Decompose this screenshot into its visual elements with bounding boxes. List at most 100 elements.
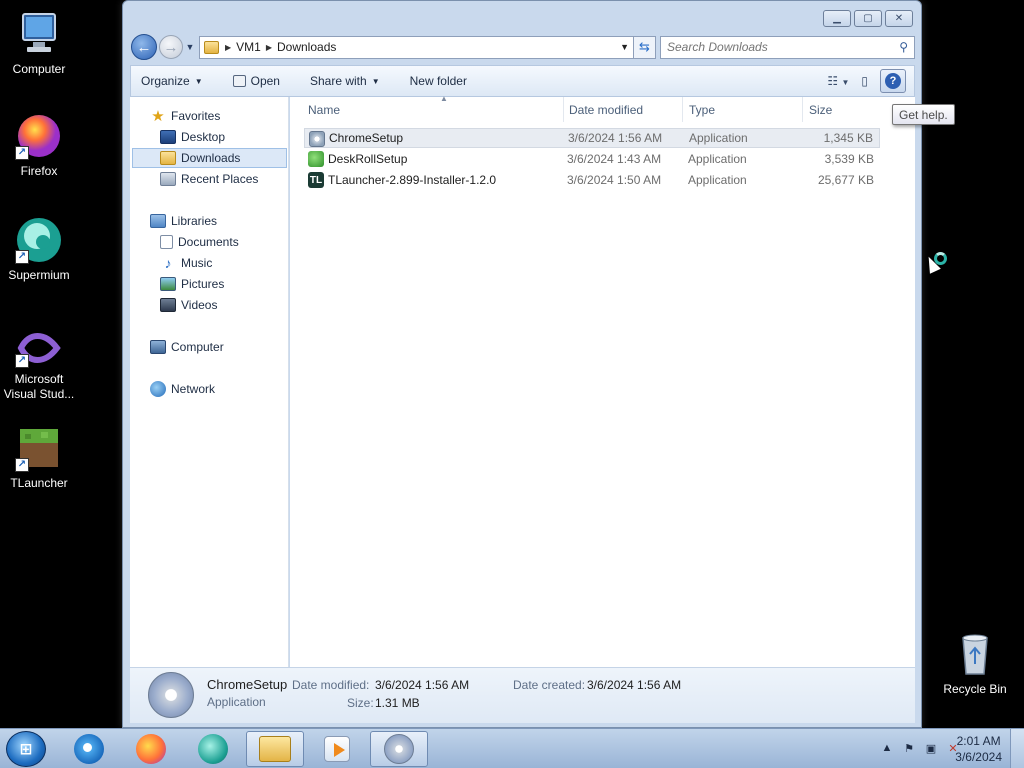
taskbar-media-player[interactable] bbox=[308, 731, 366, 767]
new-folder-button[interactable]: New folder bbox=[410, 74, 467, 88]
nav-desktop[interactable]: Desktop bbox=[160, 127, 225, 147]
nav-label: Pictures bbox=[181, 277, 225, 291]
network-icon[interactable]: ▣ bbox=[924, 741, 938, 755]
nav-favorites[interactable]: ★ Favorites bbox=[150, 106, 220, 126]
column-label: Type bbox=[689, 102, 716, 117]
recycle-bin-icon bbox=[951, 630, 999, 678]
file-size: 25,677 KB bbox=[817, 173, 874, 187]
column-header-type[interactable]: Type bbox=[683, 97, 803, 122]
taskbar-internet-explorer[interactable] bbox=[60, 731, 118, 767]
details-file-type: Application bbox=[207, 695, 266, 709]
taskbar-supermium[interactable] bbox=[184, 731, 242, 767]
column-header-name[interactable]: Name ▲ bbox=[302, 94, 564, 122]
clock-time: 2:01 AM bbox=[956, 734, 1001, 748]
organize-button[interactable]: Organize ▼ bbox=[141, 74, 203, 88]
visual-studio-icon: ↗ bbox=[15, 328, 63, 368]
recent-places-icon bbox=[160, 172, 176, 186]
file-date: 3/6/2024 1:50 AM bbox=[567, 173, 662, 187]
installer-disc-icon bbox=[384, 734, 414, 764]
details-size: 1.31 MB bbox=[375, 696, 420, 710]
column-label: Size bbox=[809, 102, 833, 117]
navigation-pane: ★ Favorites Desktop Downloads Recent Plac… bbox=[130, 97, 289, 667]
desktop-icon-label: Firefox bbox=[20, 164, 58, 178]
file-date: 3/6/2024 1:43 AM bbox=[567, 152, 662, 166]
shortcut-arrow-icon: ↗ bbox=[15, 250, 29, 264]
nav-computer[interactable]: Computer bbox=[150, 337, 224, 357]
file-name: DeskRollSetup bbox=[328, 152, 408, 166]
taskbar: ⊞ ▲ ⚑ ▣ ✕ 2:01 AM 3/6/2024 bbox=[0, 728, 1024, 768]
taskbar-windows-explorer[interactable] bbox=[246, 731, 304, 767]
file-name: TLauncher-2.899-Installer-1.2.0 bbox=[328, 173, 497, 187]
nav-downloads[interactable]: Downloads bbox=[132, 148, 287, 168]
column-header-date-modified[interactable]: Date modified bbox=[563, 97, 683, 122]
clock[interactable]: 2:01 AM 3/6/2024 bbox=[955, 733, 1002, 765]
help-button[interactable]: ? bbox=[880, 69, 906, 93]
minimize-button[interactable]: ▁ bbox=[823, 10, 851, 27]
breadcrumb-downloads[interactable]: Downloads bbox=[277, 40, 336, 54]
nav-label: Desktop bbox=[181, 130, 226, 144]
nav-pictures[interactable]: Pictures bbox=[160, 274, 224, 294]
sort-arrow-icon: ▲ bbox=[440, 94, 448, 103]
show-hidden-icons-button[interactable]: ▲ bbox=[880, 741, 894, 755]
desktop-icon-label: Supermium bbox=[8, 268, 70, 282]
taskbar-firefox[interactable] bbox=[122, 731, 180, 767]
forward-button[interactable]: → bbox=[159, 35, 183, 59]
start-button[interactable]: ⊞ bbox=[6, 731, 46, 767]
breadcrumb-vm1[interactable]: VM1 bbox=[236, 40, 261, 54]
desktop-icon-computer[interactable]: Computer bbox=[0, 10, 78, 77]
action-center-flag-icon[interactable]: ⚑ bbox=[902, 741, 916, 755]
file-size: 3,539 KB bbox=[824, 152, 874, 166]
maximize-button[interactable]: ▢ bbox=[854, 10, 882, 27]
busy-spinner-icon bbox=[934, 252, 947, 265]
nav-documents[interactable]: Documents bbox=[160, 232, 239, 252]
star-icon: ★ bbox=[151, 108, 165, 125]
file-row-tlauncher-installer[interactable]: TL TLauncher-2.899-Installer-1.2.0 3/6/2… bbox=[304, 170, 880, 190]
shortcut-arrow-icon: ↗ bbox=[15, 354, 29, 368]
nav-label: Documents bbox=[178, 235, 239, 249]
nav-libraries[interactable]: Libraries bbox=[150, 211, 217, 231]
column-label: Name bbox=[308, 102, 341, 117]
address-dropdown-icon[interactable]: ▼ bbox=[620, 42, 629, 52]
search-box[interactable]: ⚲ bbox=[660, 35, 915, 59]
open-button[interactable]: Open bbox=[232, 74, 280, 88]
nav-label: Recent Places bbox=[181, 172, 259, 186]
clock-date: 3/6/2024 bbox=[955, 750, 1002, 764]
file-row-deskrollsetup[interactable]: DeskRollSetup 3/6/2024 1:43 AM Applicati… bbox=[304, 149, 880, 169]
desktop-icon-tlauncher[interactable]: ↗ TLauncher bbox=[0, 424, 78, 491]
show-desktop-button[interactable] bbox=[1010, 729, 1024, 768]
nav-music[interactable]: ♪ Music bbox=[160, 253, 213, 273]
chevron-down-icon: ▼ bbox=[194, 76, 203, 86]
recent-pages-dropdown[interactable]: ▼ bbox=[183, 42, 197, 52]
refresh-button[interactable]: ⇆ bbox=[634, 35, 656, 59]
column-header-size[interactable]: Size bbox=[803, 97, 883, 122]
nav-label: Music bbox=[181, 256, 213, 270]
deskroll-icon bbox=[308, 151, 324, 167]
back-button[interactable]: ← bbox=[131, 34, 157, 60]
nav-network[interactable]: Network bbox=[150, 379, 215, 399]
search-icon[interactable]: ⚲ bbox=[899, 40, 908, 54]
nav-label: Videos bbox=[181, 298, 218, 312]
desktop-icon-supermium[interactable]: ↗ Supermium bbox=[0, 216, 78, 283]
desktop-icon-firefox[interactable]: ↗ Firefox bbox=[0, 112, 78, 179]
open-icon bbox=[232, 75, 246, 87]
installer-disc-icon bbox=[148, 672, 194, 718]
search-input[interactable] bbox=[667, 40, 867, 54]
desktop-icon-visual-studio[interactable]: ↗ Microsoft Visual Stud... bbox=[0, 328, 78, 402]
file-size: 1,345 KB bbox=[823, 131, 873, 145]
downloads-folder-icon bbox=[160, 151, 176, 165]
music-icon: ♪ bbox=[164, 255, 172, 271]
file-row-chromesetup[interactable]: ChromeSetup 3/6/2024 1:56 AM Application… bbox=[304, 128, 880, 148]
nav-recent-places[interactable]: Recent Places bbox=[160, 169, 258, 189]
desktop-icon-recycle-bin[interactable]: Recycle Bin bbox=[936, 630, 1014, 697]
windows-logo-icon: ⊞ bbox=[19, 741, 33, 758]
taskbar-installer[interactable] bbox=[370, 731, 428, 767]
pictures-icon bbox=[160, 277, 176, 291]
nav-videos[interactable]: Videos bbox=[160, 295, 217, 315]
preview-pane-button[interactable]: ▯ bbox=[861, 74, 868, 88]
share-with-button[interactable]: Share with ▼ bbox=[310, 74, 380, 88]
close-button[interactable]: ✕ bbox=[885, 10, 913, 27]
file-list: Name ▲ Date modified Type Size ChromeSetu… bbox=[290, 94, 915, 667]
nav-label: Computer bbox=[171, 340, 224, 354]
change-view-button[interactable]: ☷ ▼ bbox=[827, 74, 849, 88]
address-bar[interactable]: ▶ VM1 ▶ Downloads ▼ bbox=[199, 35, 634, 59]
